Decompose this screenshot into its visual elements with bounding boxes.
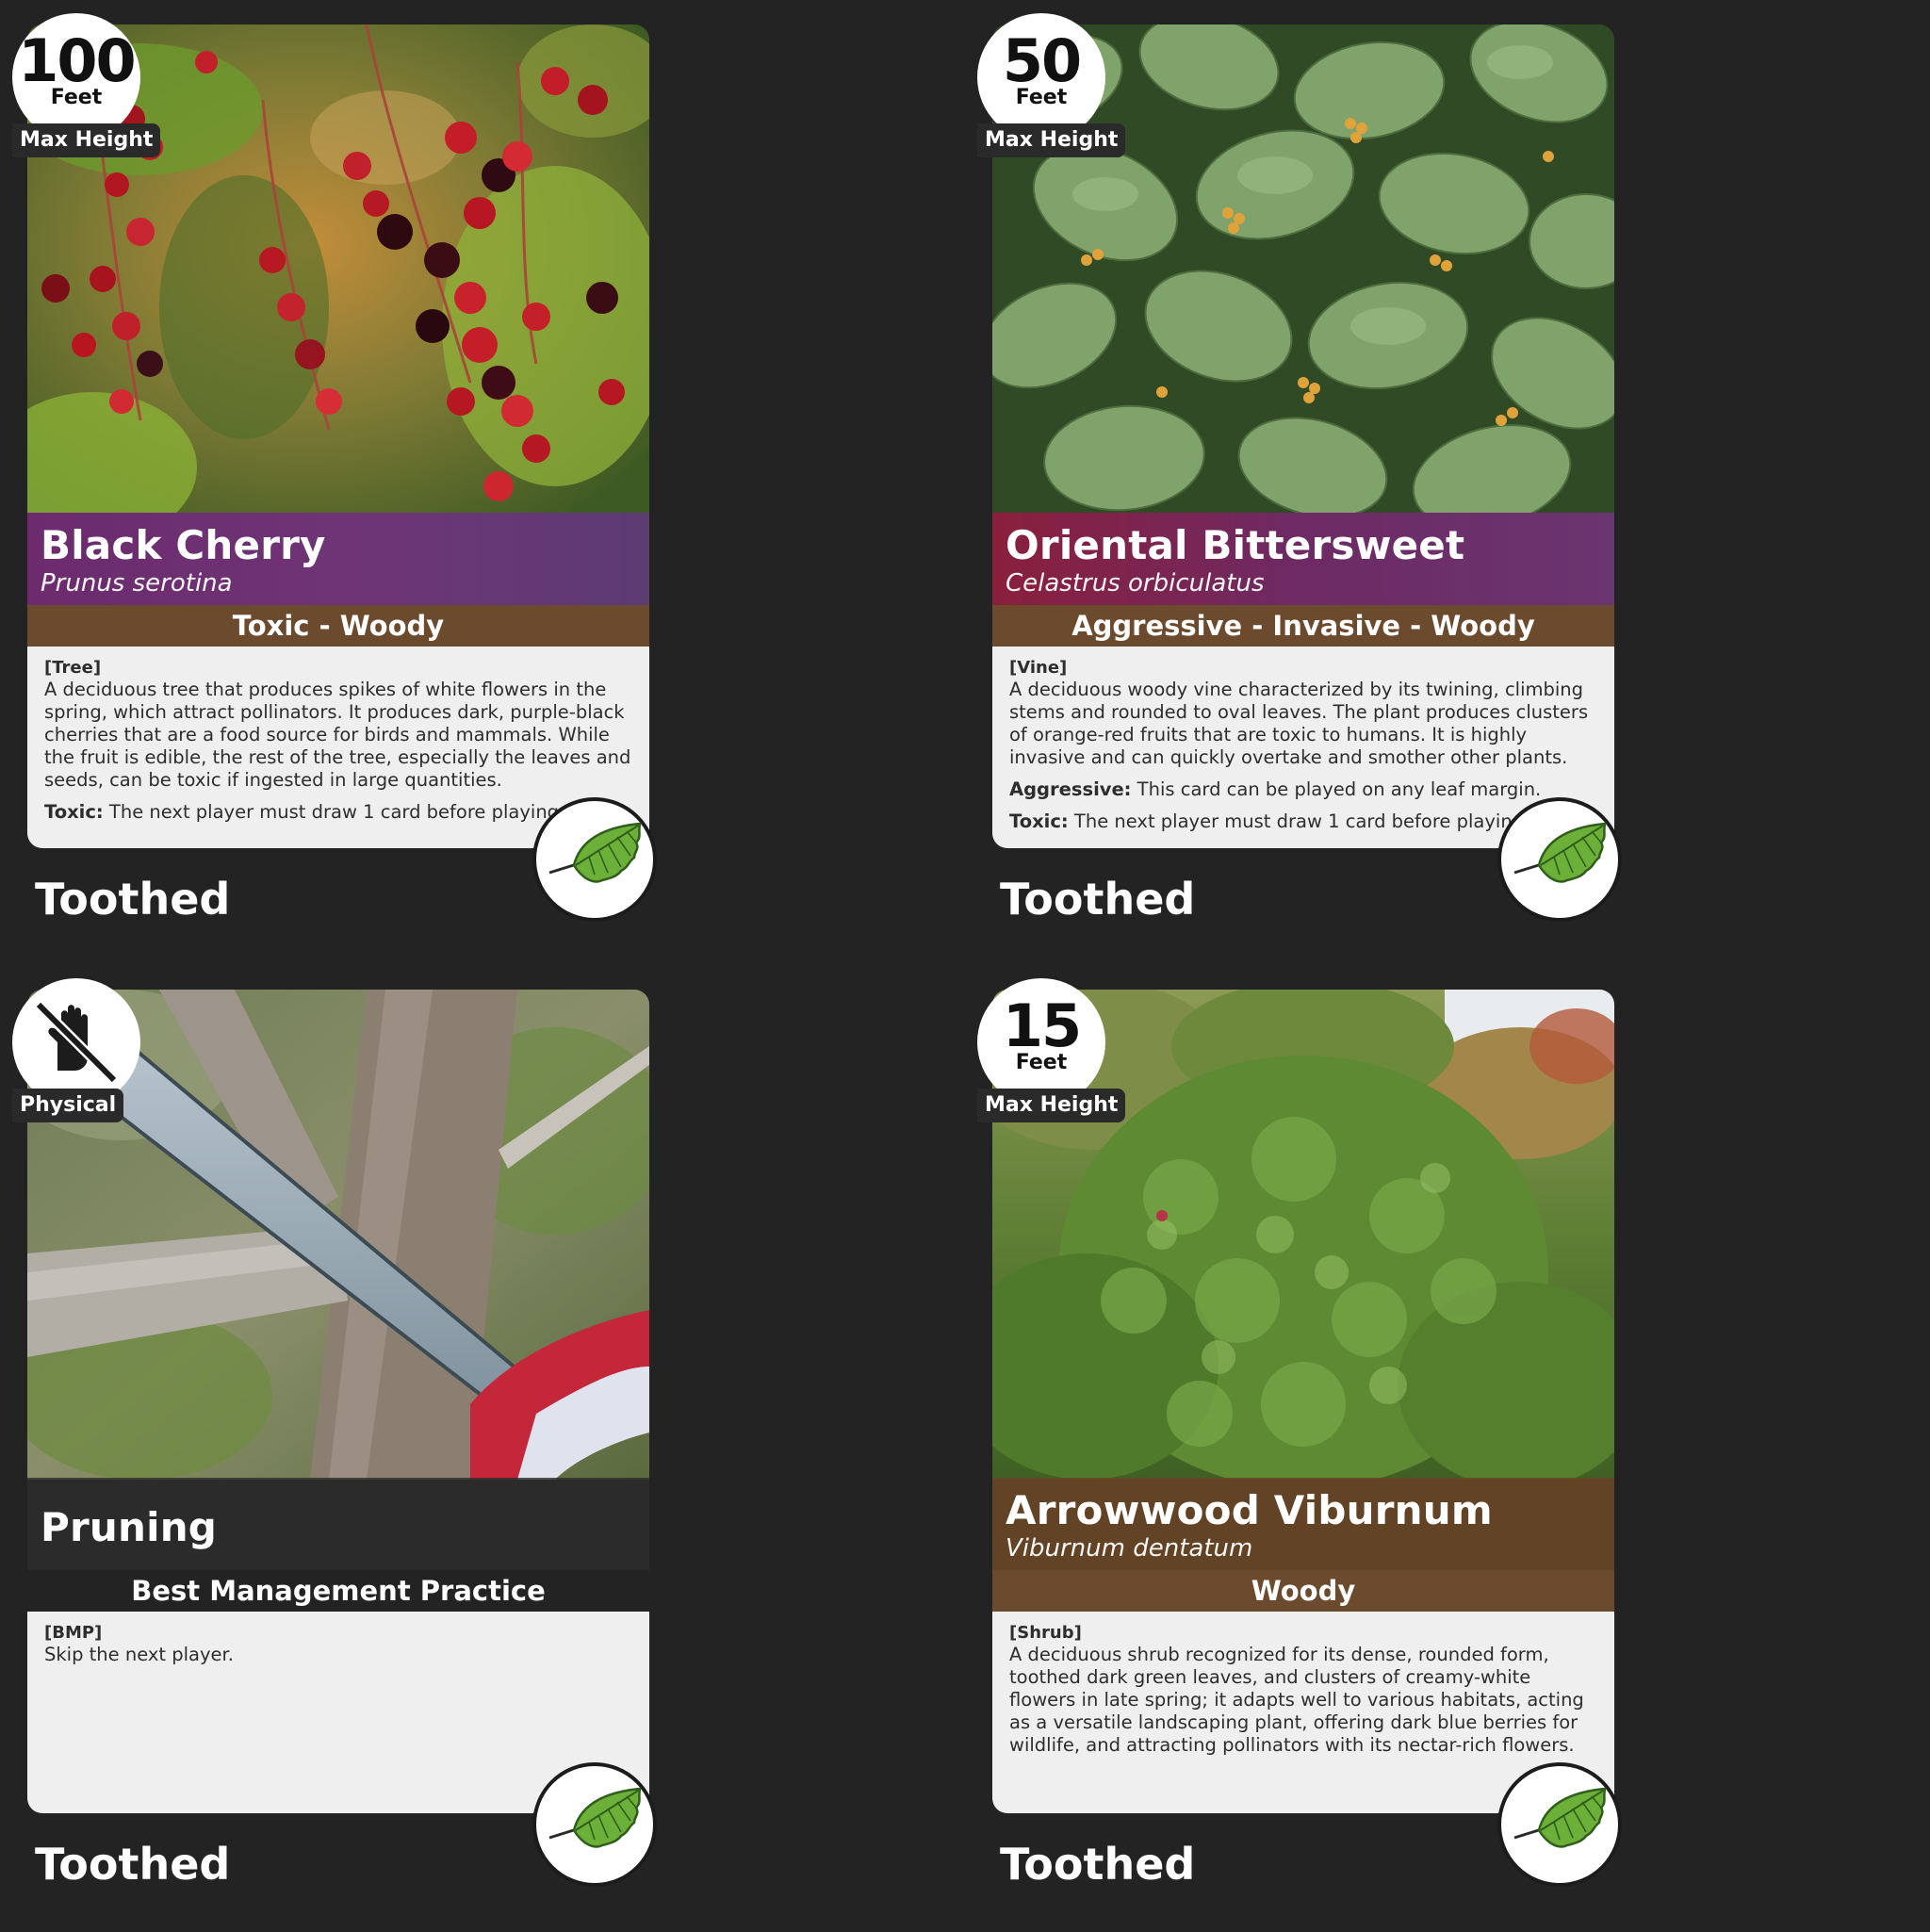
scientific-name: Viburnum dentatum bbox=[1006, 1534, 1253, 1563]
footer-label: Toothed bbox=[35, 874, 231, 925]
toothed-leaf-icon bbox=[548, 822, 642, 883]
leaf-badge bbox=[1497, 1762, 1622, 1887]
max-height-value: 100 bbox=[18, 26, 136, 95]
type-line: Best Management Practice bbox=[131, 1575, 546, 1607]
title-band: Pruning bbox=[27, 1478, 649, 1570]
toothed-leaf-icon bbox=[1513, 822, 1607, 883]
description: A deciduous tree that produces spikes of… bbox=[44, 679, 631, 791]
max-height-label: Max Height bbox=[977, 123, 1126, 157]
leaf-badge bbox=[1497, 797, 1622, 922]
max-height-label: Max Height bbox=[12, 123, 161, 157]
description: A deciduous woody vine characterized by … bbox=[1009, 679, 1589, 768]
title-band: Oriental Bittersweet Celastrus orbiculat… bbox=[992, 513, 1614, 605]
scientific-name: Prunus serotina bbox=[41, 569, 233, 598]
max-height-badge: 50 Feet bbox=[977, 13, 1105, 141]
ability-description: The next player must draw 1 card before … bbox=[1068, 810, 1530, 832]
max-height-badge: 100 Feet bbox=[12, 13, 140, 141]
card-name: Pruning bbox=[41, 1504, 218, 1550]
max-height-value: 15 bbox=[1002, 991, 1082, 1060]
category-label: [Vine] bbox=[1009, 658, 1068, 678]
max-height-label: Max Height bbox=[977, 1089, 1126, 1122]
ability-description: The next player must draw 1 card before … bbox=[103, 801, 565, 823]
card-pruning[interactable]: Physical Pruning Best Management Practic… bbox=[12, 978, 657, 1932]
no-hand-icon bbox=[35, 1001, 118, 1084]
category-label: [Tree] bbox=[44, 658, 102, 678]
ability-text: Aggressive: This card can be played on a… bbox=[1009, 778, 1597, 801]
type-line: Toxic - Woody bbox=[27, 605, 649, 647]
max-height-badge: 15 Feet bbox=[977, 978, 1105, 1106]
description: A deciduous shrub recognized for its den… bbox=[1009, 1644, 1584, 1756]
card-arrowwood-viburnum[interactable]: 15 Feet Max Height Arrowwood Viburnum Vi… bbox=[977, 978, 1622, 1932]
card-oriental-bittersweet[interactable]: 50 Feet Max Height Oriental Bittersweet … bbox=[977, 13, 1622, 967]
ability-keyword: Toxic: bbox=[1009, 810, 1069, 832]
description: Skip the next player. bbox=[44, 1644, 234, 1665]
type-line: Woody bbox=[992, 1570, 1614, 1612]
leaf-badge bbox=[532, 797, 657, 922]
max-height-unit: Feet bbox=[1015, 86, 1068, 109]
card-name: Black Cherry bbox=[41, 522, 326, 568]
category-label: [BMP] bbox=[44, 1623, 103, 1643]
category-label: [Shrub] bbox=[1009, 1623, 1082, 1643]
max-height-unit: Feet bbox=[1015, 1051, 1068, 1074]
card-name: Oriental Bittersweet bbox=[1006, 522, 1465, 568]
max-height-value: 50 bbox=[1002, 26, 1082, 95]
footer-label: Toothed bbox=[35, 1839, 231, 1890]
card-name: Arrowwood Viburnum bbox=[1006, 1487, 1493, 1533]
title-band: Arrowwood Viburnum Viburnum dentatum bbox=[992, 1478, 1614, 1570]
ability-keyword: Aggressive: bbox=[1009, 778, 1132, 800]
type-line: Aggressive - Invasive - Woody bbox=[992, 605, 1614, 647]
footer-label: Toothed bbox=[1000, 874, 1196, 925]
toothed-leaf-icon bbox=[1513, 1787, 1607, 1848]
physical-label: Physical bbox=[12, 1089, 124, 1122]
title-band: Black Cherry Prunus serotina bbox=[27, 513, 649, 605]
scientific-name: Celastrus orbiculatus bbox=[1006, 569, 1265, 598]
ability-description: This card can be played on any leaf marg… bbox=[1131, 778, 1542, 800]
leaf-badge bbox=[532, 1762, 657, 1887]
physical-badge bbox=[12, 978, 140, 1106]
footer-label: Toothed bbox=[1000, 1839, 1196, 1890]
ability-keyword: Toxic: bbox=[44, 801, 104, 823]
card-black-cherry[interactable]: 100 Feet Max Height Black Cherry Prunus … bbox=[12, 13, 657, 967]
toothed-leaf-icon bbox=[548, 1787, 642, 1848]
